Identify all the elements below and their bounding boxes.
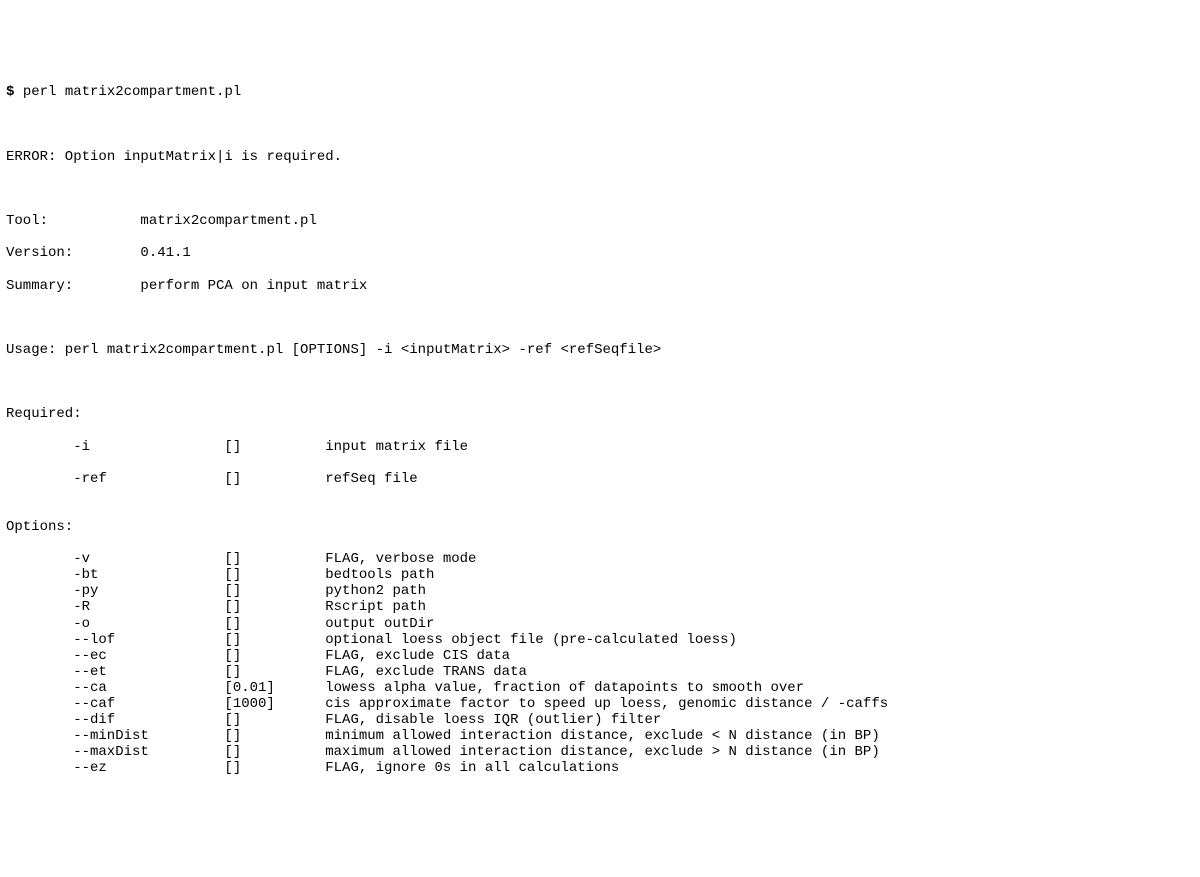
option-default: [] xyxy=(224,599,325,615)
required-row: -i[]input matrix file xyxy=(6,439,1194,455)
option-flag: -v xyxy=(73,551,224,567)
option-flag: --ez xyxy=(73,760,224,776)
option-description: Rscript path xyxy=(325,599,426,615)
option-default: [] xyxy=(224,712,325,728)
option-row: -o[]output outDir xyxy=(6,616,1194,632)
option-flag: --maxDist xyxy=(73,744,224,760)
option-flag: -ref xyxy=(73,471,224,487)
option-description: refSeq file xyxy=(325,471,417,487)
option-row: --dif[]FLAG, disable loess IQR (outlier)… xyxy=(6,712,1194,728)
option-row: --lof[]optional loess object file (pre-c… xyxy=(6,632,1194,648)
command-line: $ perl matrix2compartment.pl xyxy=(6,84,1194,100)
required-row: -ref[]refSeq file xyxy=(6,471,1194,487)
option-row: --ez[]FLAG, ignore 0s in all calculation… xyxy=(6,760,1194,776)
option-flag: --et xyxy=(73,664,224,680)
option-flag: --caf xyxy=(73,696,224,712)
error-line: ERROR: Option inputMatrix|i is required. xyxy=(6,149,1194,165)
option-description: output outDir xyxy=(325,616,434,632)
option-flag: -R xyxy=(73,599,224,615)
tool-value: matrix2compartment.pl xyxy=(140,213,316,229)
option-description: FLAG, verbose mode xyxy=(325,551,476,567)
option-description: lowess alpha value, fraction of datapoin… xyxy=(325,680,804,696)
option-row: --caf[1000]cis approximate factor to spe… xyxy=(6,696,1194,712)
option-row: --minDist[]minimum allowed interaction d… xyxy=(6,728,1194,744)
option-default: [] xyxy=(224,728,325,744)
version-row: Version:0.41.1 xyxy=(6,245,1194,261)
option-flag: --lof xyxy=(73,632,224,648)
option-row: --ec[]FLAG, exclude CIS data xyxy=(6,648,1194,664)
option-flag: --dif xyxy=(73,712,224,728)
tool-key: Tool: xyxy=(6,213,140,229)
option-default: [] xyxy=(224,551,325,567)
summary-key: Summary: xyxy=(6,278,140,294)
option-flag: -o xyxy=(73,616,224,632)
summary-row: Summary:perform PCA on input matrix xyxy=(6,278,1194,294)
option-description: FLAG, exclude CIS data xyxy=(325,648,510,664)
option-description: FLAG, disable loess IQR (outlier) filter xyxy=(325,712,661,728)
option-default: [0.01] xyxy=(224,680,325,696)
option-flag: -i xyxy=(73,439,224,455)
option-default: [] xyxy=(224,632,325,648)
option-default: [] xyxy=(224,648,325,664)
option-row: -v[]FLAG, verbose mode xyxy=(6,551,1194,567)
option-default: [] xyxy=(224,439,325,455)
tool-row: Tool:matrix2compartment.pl xyxy=(6,213,1194,229)
option-default: [1000] xyxy=(224,696,325,712)
option-default: [] xyxy=(224,744,325,760)
option-flag: -bt xyxy=(73,567,224,583)
option-row: -py[]python2 path xyxy=(6,583,1194,599)
option-flag: -py xyxy=(73,583,224,599)
terminal-output: $ perl matrix2compartment.pl ERROR: Opti… xyxy=(6,68,1194,792)
option-flag: --ec xyxy=(73,648,224,664)
option-row: -R[]Rscript path xyxy=(6,599,1194,615)
option-row: -bt[]bedtools path xyxy=(6,567,1194,583)
option-description: optional loess object file (pre-calculat… xyxy=(325,632,737,648)
option-description: input matrix file xyxy=(325,439,468,455)
option-default: [] xyxy=(224,616,325,632)
option-default: [] xyxy=(224,664,325,680)
option-description: python2 path xyxy=(325,583,426,599)
option-description: FLAG, exclude TRANS data xyxy=(325,664,527,680)
version-key: Version: xyxy=(6,245,140,261)
option-description: maximum allowed interaction distance, ex… xyxy=(325,744,880,760)
option-default: [] xyxy=(224,583,325,599)
command-text: perl matrix2compartment.pl xyxy=(23,84,241,100)
option-row: --ca[0.01]lowess alpha value, fraction o… xyxy=(6,680,1194,696)
option-flag: --minDist xyxy=(73,728,224,744)
usage-line: Usage: perl matrix2compartment.pl [OPTIO… xyxy=(6,342,1194,358)
option-flag: --ca xyxy=(73,680,224,696)
required-header: Required: xyxy=(6,406,1194,422)
option-description: cis approximate factor to speed up loess… xyxy=(325,696,888,712)
option-description: bedtools path xyxy=(325,567,434,583)
options-header: Options: xyxy=(6,519,1194,535)
option-default: [] xyxy=(224,760,325,776)
option-description: FLAG, ignore 0s in all calculations xyxy=(325,760,619,776)
option-row: --maxDist[]maximum allowed interaction d… xyxy=(6,744,1194,760)
summary-value: perform PCA on input matrix xyxy=(140,278,367,294)
option-row: --et[]FLAG, exclude TRANS data xyxy=(6,664,1194,680)
option-default: [] xyxy=(224,471,325,487)
shell-prompt-icon: $ xyxy=(6,84,14,100)
option-description: minimum allowed interaction distance, ex… xyxy=(325,728,880,744)
option-default: [] xyxy=(224,567,325,583)
version-value: 0.41.1 xyxy=(140,245,190,261)
